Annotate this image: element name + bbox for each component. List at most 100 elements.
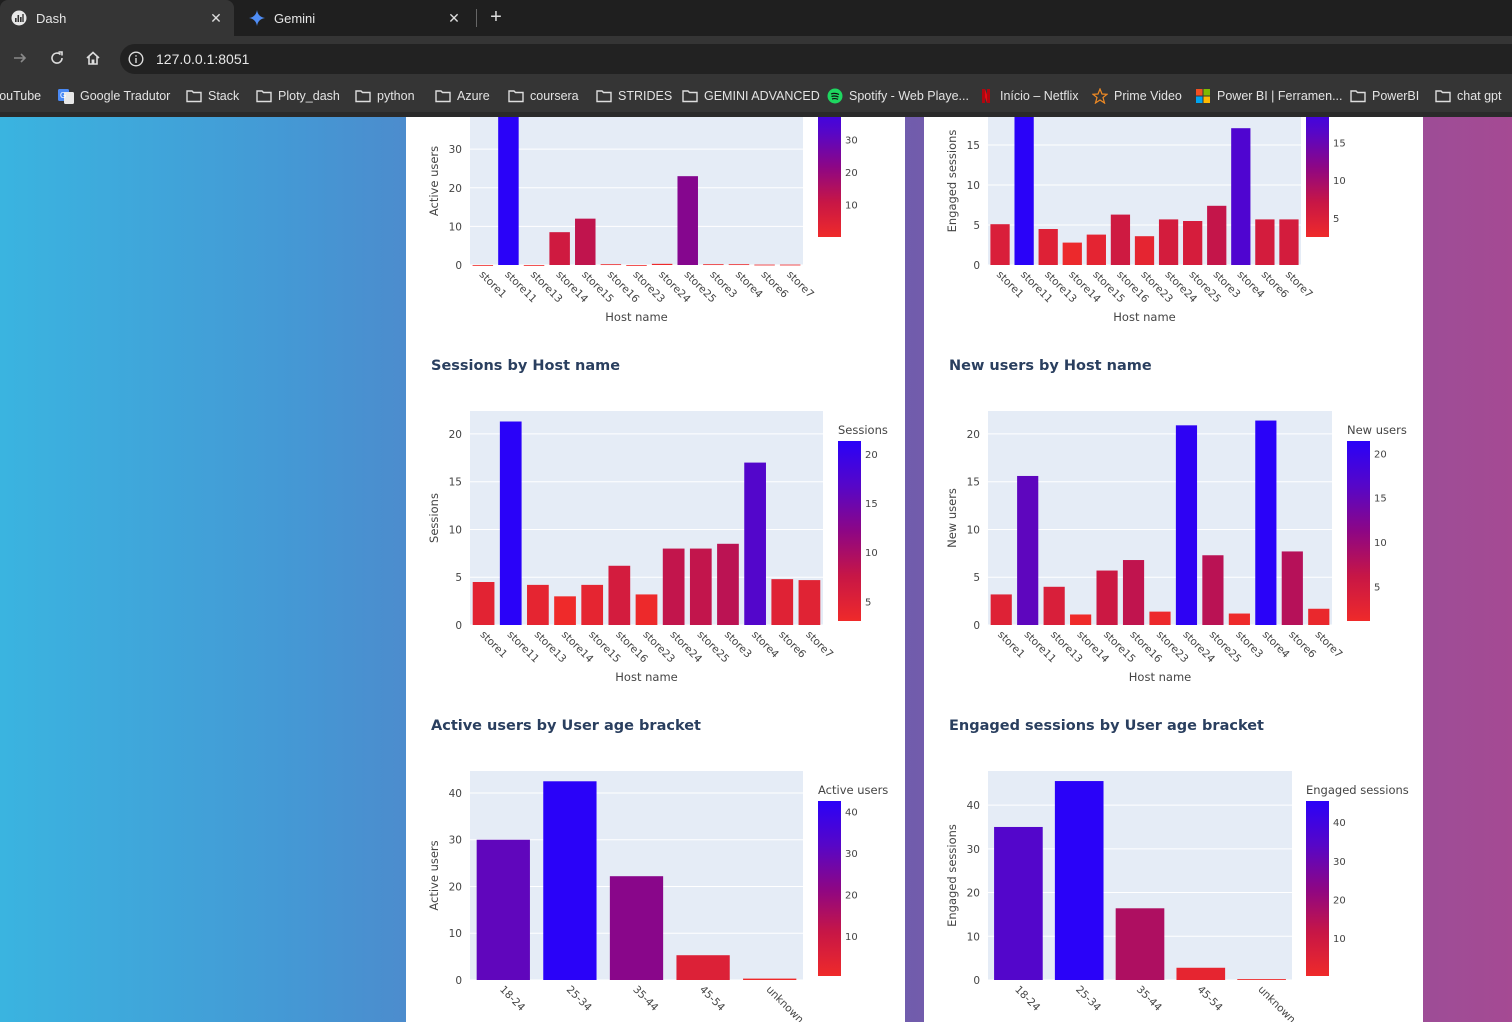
folder-icon [596,88,612,104]
netflix-icon [978,88,994,104]
bookmark-label: Spotify - Web Playe... [849,89,969,103]
bookmark-youtube[interactable]: YouTube [0,80,41,112]
bookmark-coursera[interactable]: coursera [508,80,579,112]
colorbar-tick-label: 10 [845,932,858,943]
bar-25-34 [543,781,597,980]
chart-active-users-by-host[interactable]: 010203040store1store11store13store14stor… [420,117,900,367]
tab-strip: Dash ✕ Gemini ✕ + [0,0,1512,36]
y-axis-title: Active users [427,146,441,216]
bar-store1 [472,265,494,266]
dashboard-page: Sessions by Host name New users by Host … [0,117,1512,1022]
bookmarks-bar: YouTube G Google Tradutor Stack Ploty_da… [0,80,1512,112]
close-icon[interactable]: ✕ [446,10,462,26]
bookmark-label: python [377,89,415,103]
plot-area [470,411,823,625]
colorbar-tick-label: 5 [1333,214,1339,225]
bookmark-strides[interactable]: STRIDES [596,80,672,112]
bar-store1 [990,224,1010,265]
bar-store24 [651,263,673,265]
bar-store13 [523,265,545,266]
y-tick-label: 30 [449,835,462,847]
bar-store13 [527,584,549,625]
bookmark-power-bi[interactable]: Power BI | Ferramen... [1195,80,1343,112]
bar-store6 [754,264,775,266]
bookmark-azure[interactable]: Azure [435,80,490,112]
y-tick-label: 5 [973,572,980,584]
bookmark-powerbi-folder[interactable]: PowerBI [1350,80,1419,112]
chart-engaged-sessions-by-host[interactable]: 051015store1store11store13store14store15… [938,117,1418,367]
x-tick-label: 25-34 [1073,984,1103,1014]
close-icon[interactable]: ✕ [208,10,224,26]
bookmark-spotify[interactable]: Spotify - Web Playe... [827,80,969,112]
bar-store11 [1014,117,1034,265]
forward-icon[interactable] [8,46,32,70]
tab-gemini[interactable]: Gemini ✕ [238,0,472,36]
bar-store25 [1202,555,1224,625]
folder-icon [1435,88,1451,104]
colorbar-tick-label: 5 [1374,582,1380,593]
x-tick-label: 35-44 [1134,984,1164,1014]
bookmark-netflix[interactable]: Início – Netflix [978,80,1079,112]
microsoft-icon [1195,88,1211,104]
tab-title: Dash [36,10,67,26]
bar-store4 [1231,128,1251,265]
bar-store24 [662,548,685,625]
tab-separator [476,9,477,27]
x-tick-label: store6 [1286,629,1318,661]
bar-store1 [990,594,1012,625]
colorbar-tick-label: 30 [845,135,858,146]
bookmark-chat-gpt[interactable]: chat gpt [1435,80,1501,112]
colorbar-title: New users [1347,423,1407,437]
bookmark-stack[interactable]: Stack [186,80,239,112]
chart-active-users-by-age[interactable]: 0 10 20 30 40 18-24 25-34 35-44 45-54 unknown Acti… [420,767,900,1022]
colorbar-tick-label: 15 [865,499,878,510]
bar-store1 [472,582,495,625]
bar-store14 [554,596,576,625]
y-tick-label: 30 [449,144,462,156]
y-axis-title: Engaged sessions [945,824,959,927]
bar-store25 [677,176,698,265]
bar-store14 [1062,242,1082,265]
home-icon[interactable] [81,46,105,70]
bar-store3 [703,264,724,266]
y-tick-label: 0 [973,260,980,272]
bookmark-label: Power BI | Ferramen... [1217,89,1343,103]
x-axis-title: Host name [1129,670,1191,684]
bookmark-label: PowerBI [1372,89,1420,103]
bar-store23 [635,594,658,625]
bookmark-ploty-dash[interactable]: Ploty_dash [256,80,340,112]
google-translate-icon: G [58,88,74,104]
chart-new-users-by-host[interactable]: 05101520store1store11store13store14store… [938,407,1418,684]
bar-45-54 [1176,967,1226,980]
bookmark-gemini-advanced[interactable]: GEMINI ADVANCED [682,80,820,112]
chart-engaged-sessions-by-age[interactable]: 0 10 20 30 40 18-24 25-34 35-44 45-54 unknown Enga… [938,767,1418,1022]
bar-store24 [1175,425,1198,625]
bar-store3 [1207,205,1227,265]
url-text: 127.0.0.1:8051 [156,51,250,67]
y-tick-label: 0 [455,620,462,632]
bookmark-python[interactable]: python [355,80,415,112]
tab-dash[interactable]: Dash ✕ [0,0,234,36]
y-axis-title: Engaged sessions [945,130,959,233]
x-axis-title: Host name [605,310,667,324]
colorbar [1306,801,1329,976]
bar-store15 [581,584,604,625]
colorbar-tick-label: 40 [845,807,858,818]
bookmark-google-tradutor[interactable]: G Google Tradutor [58,80,170,112]
site-info-icon[interactable] [128,51,144,67]
x-tick-label: store4 [1260,629,1292,661]
bookmark-prime-video[interactable]: Prime Video [1092,80,1182,112]
bar-store6 [1255,219,1275,265]
address-bar[interactable] [120,44,1512,74]
chart-sessions-by-host[interactable]: 05101520store1store11store13store14store… [420,407,900,684]
colorbar-tick-label: 20 [865,450,878,461]
x-tick-label: store6 [758,269,790,301]
colorbar-tick-label: 10 [865,548,878,559]
x-tick-label: store7 [1283,269,1315,301]
y-tick-label: 5 [455,572,462,584]
y-tick-label: 20 [967,429,980,441]
new-tab-button[interactable]: + [484,6,508,30]
colorbar-tick-label: 30 [845,849,858,860]
x-tick-label: 45-54 [697,984,727,1014]
reload-icon[interactable] [45,46,69,70]
